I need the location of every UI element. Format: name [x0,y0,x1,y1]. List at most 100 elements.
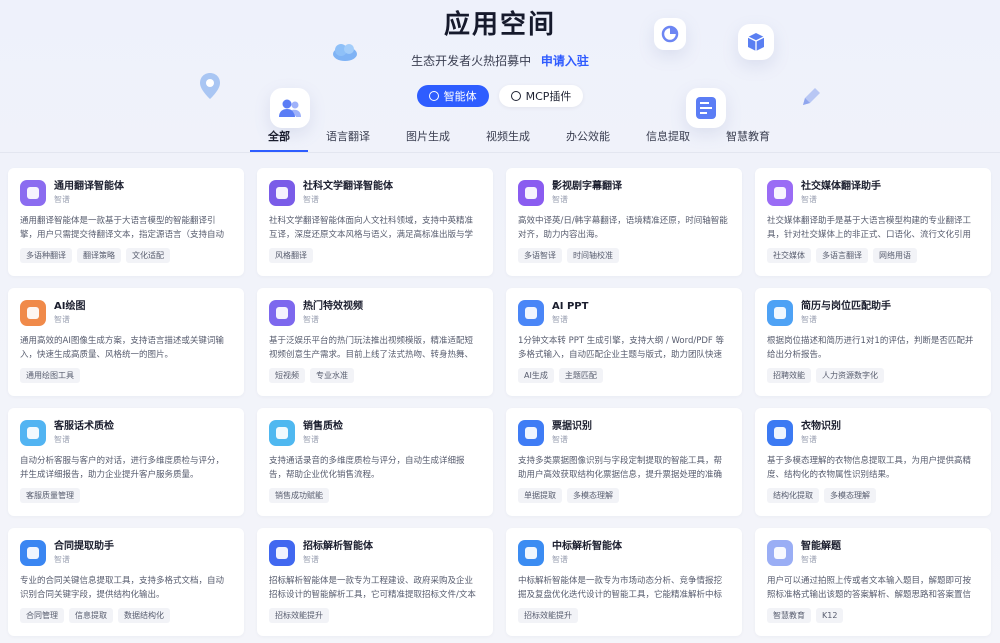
app-category: 智谱 [552,195,568,204]
app-card[interactable]: 销售质检智谱支持通话录音的多维度质检与评分，自动生成详细报告，帮助企业优化销售流… [257,408,493,516]
app-tags: 多语种翻译 翻译策略 文化适配 [20,248,232,263]
app-category: 智谱 [303,195,319,204]
app-tag: 主题匹配 [558,368,603,383]
app-title-block: 销售质检 智谱 [303,420,343,446]
app-card-header: 销售质检 智谱 [269,420,481,448]
app-card-header: 社交媒体翻译助手 智谱 [767,180,979,208]
app-tags: 客服质量管理 [20,488,232,503]
app-description: 通用翻译智能体是一款基于大语言模型的智能翻译引擎，用户只需提交待翻译文本，指定源… [20,216,225,240]
type-switch: 智能体 MCP插件 [0,85,1000,107]
app-tag: 时间轴校准 [567,248,619,263]
app-icon-glyph [774,187,786,199]
app-tag: 多模态理解 [824,488,876,503]
app-icon-glyph [525,187,537,199]
app-category: 智谱 [552,555,568,564]
tab-6[interactable]: 智慧教育 [708,128,788,152]
app-card[interactable]: 票据识别 智谱支持多类票据图像识别与字段定制提取的智能工具，帮助用户高效获取结构化… [506,408,742,516]
app-title-block: AI绘图 智谱 [54,300,85,326]
app-tag: 合同管理 [20,608,64,623]
app-tag: 智慧教育 [767,608,811,623]
app-card[interactable]: 衣物识别 智谱 基于多模态理解的衣物信息提取工具，为用户提供高精度、结构化的衣物属性… [755,408,991,516]
app-tags: 合同管理 信息提取 数据结构化 [20,608,232,623]
app-category: 智谱 [54,195,70,204]
tab-5[interactable]: 信息提取 [628,128,708,152]
app-tag: 结构化提取 [767,488,819,503]
app-tag: 网络用语 [873,248,917,263]
app-title-block: 合同提取助手 智谱 [54,540,114,566]
app-card[interactable]: 社科文学翻译智能体 智谱 社科文学翻译智能体面向人文社科领域，支持中英精准互译，深度… [257,168,493,276]
app-title-block: 社科文学翻译智能体 智谱 [303,180,393,206]
app-tags: 招聘效能 人力资源数字化 [767,368,979,383]
app-card[interactable]: 社交媒体翻译助手 智谱 社交媒体翻译助手是基于大语言模型构建的专业翻译工具，针对社交… [755,168,991,276]
app-name: 合同提取助手 [54,541,114,552]
social-icon [767,180,793,206]
app-tags: 风格翻译 [269,248,481,263]
agent-toggle[interactable]: 智能体 [416,85,489,107]
headset-icon [20,420,46,446]
app-card[interactable]: AI PPT 智谱 1分钟文本转 PPT 生成引擎，支持大纲 / Word/PDF … [506,288,742,396]
app-card[interactable]: 中标解析智能体 智谱 中标解析智能体是一款专为市场动态分析、竞争情报挖掘及复盘优化迭… [506,528,742,636]
tab-0[interactable]: 全部 [250,128,308,152]
app-category: 智谱 [303,555,319,564]
brush-icon [20,300,46,326]
category-tabs: 全部 语言翻译 图片生成 视频生成 办公效能 信息提取 智慧教育 [250,128,788,152]
app-card[interactable]: 智能解题 智谱 用户可以通过拍照上传或者文本输入题目，解题即可按照标准格式输出该题的… [755,528,991,636]
tab-1[interactable]: 语言翻译 [308,128,388,152]
tab-4[interactable]: 办公效能 [548,128,628,152]
app-tag: 多模态理解 [567,488,619,503]
subtitle-icon [518,180,544,206]
app-card-header: 客服话术质检 智谱 [20,420,232,448]
shirt-icon [767,420,793,446]
app-card-header: 热门特效视频 智谱 [269,300,481,328]
app-name: 影视剧字幕翻译 [552,181,622,192]
app-category: 智谱 [801,435,817,444]
app-name: 销售质检 [303,421,343,432]
app-category: 智谱 [801,195,817,204]
app-card[interactable]: 影视剧字幕翻译 智谱高效中译英/日/韩字幕翻译，语境精准还原，时间轴智能对齐，助力… [506,168,742,276]
app-card-header: 中标解析智能体 智谱 [518,540,730,568]
app-icon-glyph [525,547,537,559]
app-card[interactable]: 客服话术质检 智谱 自动分析客服与客户的对话，进行多维度质检与评分，并生成详细报告，… [8,408,244,516]
app-name: 衣物识别 [801,421,841,432]
app-title-block: 客服话术质检 智谱 [54,420,114,446]
app-description: 支持通话录音的多维度质检与评分，自动生成详细报告，帮助企业优化销售流程。 [269,456,465,480]
app-name: 社科文学翻译智能体 [303,181,393,192]
app-icon-glyph [276,547,288,559]
app-description: 招标解析智能体是一款专为工程建设、政府采购及企业招标设计的智能解析工具，它可精准… [269,576,476,600]
resume-icon [767,300,793,326]
app-title-block: 中标解析智能体 智谱 [552,540,622,566]
app-tag: 多语言翻译 [816,248,868,263]
app-name: 招标解析智能体 [303,541,373,552]
apply-link[interactable]: 申请入驻 [541,54,589,68]
app-card[interactable]: AI绘图 智谱 通用高效的AI图像生成方案，支持语言描述或关键词输入，快速生成高质量… [8,288,244,396]
app-tags: 单据提取 多模态理解 [518,488,730,503]
app-category: 智谱 [303,435,319,444]
app-category: 智谱 [54,315,70,324]
app-card[interactable]: 通用翻译智能体 智谱通用翻译智能体是一款基于大语言模型的智能翻译引擎，用户只需提交… [8,168,244,276]
mcp-toggle-label: MCP插件 [525,90,572,103]
plugin-icon [510,91,521,101]
agent-toggle-label: 智能体 [443,90,477,103]
app-tags: 智慧教育 K12 [767,608,979,623]
cloud-icon [330,38,360,64]
mcp-toggle[interactable]: MCP插件 [498,85,584,107]
app-card-header: AI PPT 智谱 [518,300,730,328]
app-title-block: 票据识别 智谱 [552,420,592,446]
tab-2[interactable]: 图片生成 [388,128,468,152]
app-card[interactable]: 热门特效视频 智谱 基于泛娱乐平台的热门玩法推出视频模版，精准适配短视频创意生产需求… [257,288,493,396]
app-tags: 多语智译 时间轴校准 [518,248,730,263]
chat-icon [269,420,295,446]
app-title-block: 热门特效视频 智谱 [303,300,363,326]
tab-3[interactable]: 视频生成 [468,128,548,152]
cube-icon [738,24,774,60]
app-description: 支持多类票据图像识别与字段定制提取的智能工具，帮助用户高效获取结构化票据信息，提… [518,456,723,480]
app-description: 高效中译英/日/韩字幕翻译，语境精准还原，时间轴智能对齐，助力内容出海。 [518,216,728,240]
app-card[interactable]: 合同提取助手 智谱 专业的合同关键信息提取工具，支持多格式文档，自动识别合同关键字段… [8,528,244,636]
app-card[interactable]: 简历与岗位匹配助手 智谱 根据岗位描述和简历进行1对1的评估，判断是否匹配并给出分析… [755,288,991,396]
app-name: 社交媒体翻译助手 [801,181,881,192]
contract-icon [20,540,46,566]
app-card[interactable]: 招标解析智能体 智谱招标解析智能体是一款专为工程建设、政府采购及企业招标设计的智能… [257,528,493,636]
app-tag: 短视频 [269,368,305,383]
app-card-header: 通用翻译智能体 智谱 [20,180,232,208]
receipt-icon [518,420,544,446]
